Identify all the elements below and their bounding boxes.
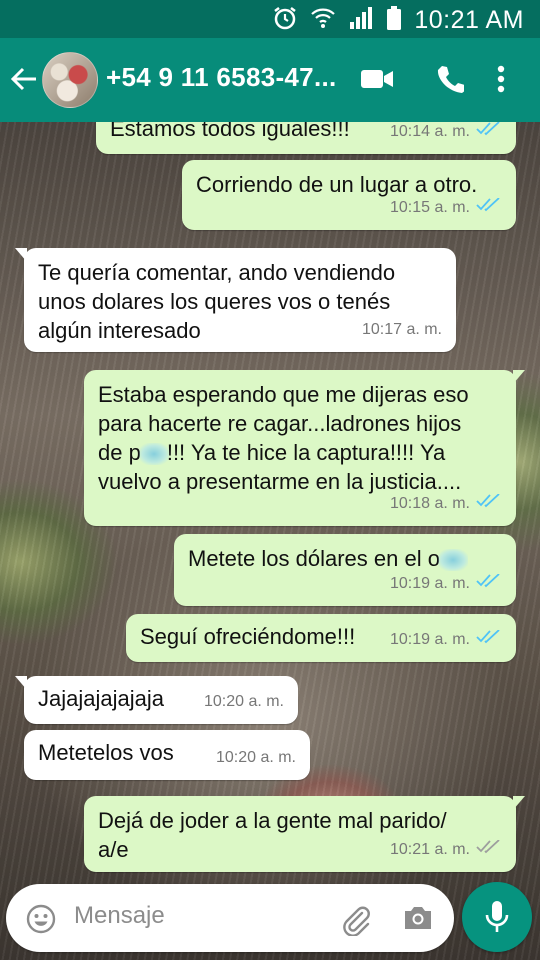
message-time: 10:20 a. m. (203, 693, 284, 710)
double-check-icon (476, 625, 502, 654)
video-call-icon[interactable] (360, 68, 394, 95)
message-text: Metetelos vos (38, 740, 174, 765)
phone-call-icon[interactable] (436, 64, 466, 99)
double-check-icon (476, 835, 502, 864)
message-meta: 10:15 a. m. (390, 193, 502, 222)
message-bubble-outgoing[interactable]: Dejá de joder a la gente mal parido/ a/e… (84, 796, 525, 872)
message-bubble-incoming[interactable]: Te quería comentar, ando vendiendo unos … (15, 248, 456, 352)
message-composer: Mensaje (6, 884, 454, 952)
message-text: Seguí ofreciéndome!!! (140, 624, 356, 649)
message-bubble-outgoing[interactable]: Corriendo de un lugar a otro. 10:15 a. m… (182, 160, 516, 230)
message-time: 10:21 a. m. (389, 841, 470, 858)
double-check-icon (476, 489, 502, 518)
message-meta: 10:20 a. m. (216, 743, 296, 772)
message-time: 10:20 a. m. (215, 749, 296, 766)
message-meta: 10:19 a. m. (390, 569, 502, 598)
message-bubble-incoming[interactable]: Metetelos vos 10:20 a. m. (24, 730, 310, 780)
double-check-icon (476, 569, 502, 598)
message-line: Te quería comentar, ando vendiendo (38, 260, 396, 285)
message-text: Metete los dólares en el o (188, 546, 440, 571)
message-meta: 10:20 a. m. (204, 687, 284, 716)
message-meta: 10:19 a. m. (390, 625, 502, 654)
emoji-icon[interactable] (26, 904, 56, 939)
message-time: 10:17 a. m. (361, 321, 442, 338)
status-time: 10:21 AM (414, 6, 524, 34)
signal-icon (348, 6, 374, 35)
double-check-icon (476, 193, 502, 222)
censored-blur (138, 443, 169, 466)
avatar[interactable] (42, 52, 98, 108)
message-line: unos dolares los queres vos o tenés (38, 289, 391, 314)
message-time: 10:15 a. m. (389, 199, 470, 216)
status-bar: 10:21 AM (0, 0, 540, 38)
battery-icon (386, 5, 402, 36)
message-meta: 10:18 a. m. (390, 489, 502, 518)
microphone-icon (484, 899, 510, 940)
message-time: 10:19 a. m. (389, 631, 470, 648)
more-options-icon[interactable] (496, 64, 506, 99)
message-line: para hacerte re cagar...ladrones hijos (98, 411, 462, 436)
message-time: 10:18 a. m. (389, 495, 470, 512)
message-bubble-outgoing[interactable]: Estaba esperando que me dijeras eso para… (84, 370, 525, 526)
censored-blur (437, 549, 468, 572)
message-time: 10:19 a. m. (389, 575, 470, 592)
message-text: Jajajajajajaja (38, 686, 164, 711)
camera-icon[interactable] (402, 904, 434, 937)
message-fragment: de p (98, 440, 141, 465)
chat-header-overlay: +54 9 11 6583-47... (0, 38, 540, 122)
message-bubble-incoming[interactable]: Jajajajajajaja 10:20 a. m. (15, 676, 298, 724)
back-arrow-icon[interactable] (10, 66, 38, 97)
alarm-icon (272, 5, 298, 36)
message-bubble-outgoing[interactable]: Metete los dólares en el o 10:19 a. m. (174, 534, 516, 606)
message-fragment: !!! Ya te hice la captura!!!! Ya (166, 440, 446, 465)
message-input[interactable]: Mensaje (74, 902, 165, 930)
contact-name[interactable]: +54 9 11 6583-47... (106, 62, 337, 93)
message-line: de p !!! Ya te hice la captura!!!! Ya (98, 438, 502, 467)
wifi-icon (310, 5, 336, 36)
message-meta: 10:21 a. m. (390, 835, 502, 864)
attachment-clip-icon[interactable] (340, 904, 372, 941)
microphone-button[interactable] (462, 882, 532, 952)
message-bubble-outgoing[interactable]: Seguí ofreciéndome!!! 10:19 a. m. (126, 614, 516, 662)
message-line: Dejá de joder a la gente mal parido/ (98, 808, 447, 833)
message-line: Estaba esperando que me dijeras eso (98, 382, 469, 407)
message-meta: 10:17 a. m. (362, 315, 442, 344)
